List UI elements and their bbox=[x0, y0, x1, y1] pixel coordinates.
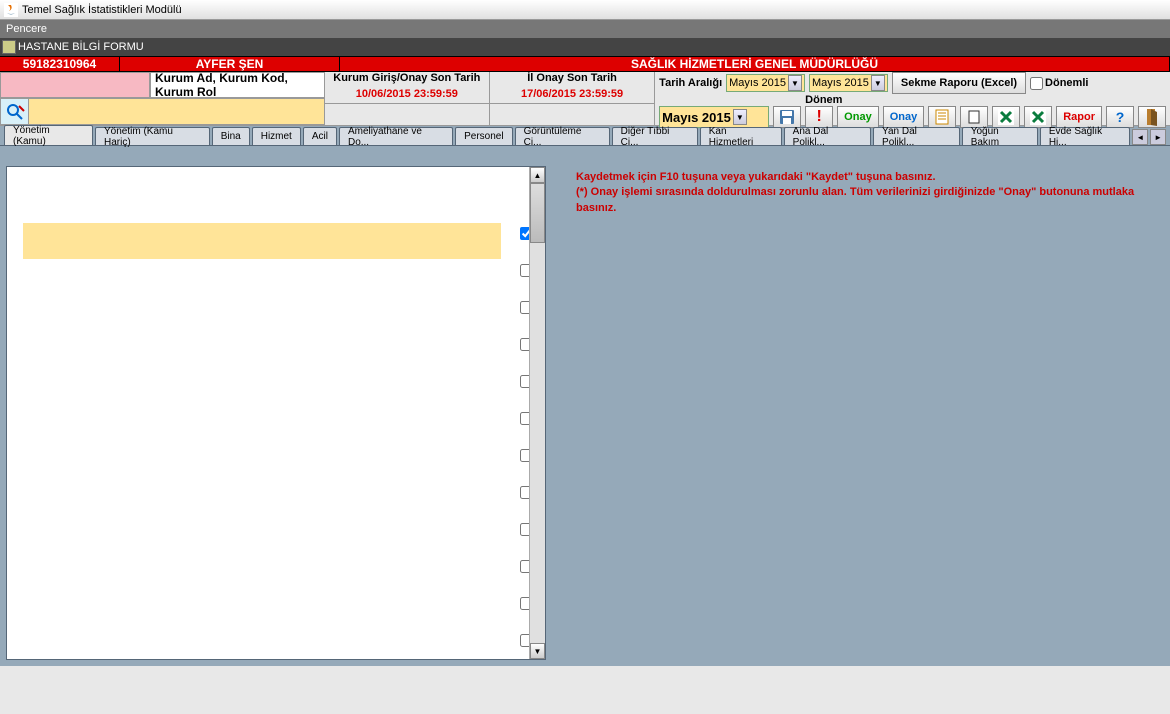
chevron-down-icon[interactable]: ▼ bbox=[733, 109, 747, 125]
tab-yonetim-kamu[interactable]: Yönetim (Kamu) bbox=[4, 125, 93, 145]
identity-id: 59182310964 bbox=[0, 57, 120, 71]
form-titlebar: HASTANE BİLGİ FORMU bbox=[0, 38, 1170, 56]
period-to-select[interactable]: Mayıs 2015▼ bbox=[809, 74, 888, 92]
header-controls: Kurum Ad, Kurum Kod, Kurum Rol Kurum Gir… bbox=[0, 72, 1170, 126]
info-pane: Kaydetmek için F10 tuşuna veya yukarıdak… bbox=[566, 166, 1164, 660]
list-selected-row[interactable] bbox=[23, 223, 501, 259]
tab-scroll-right[interactable]: ► bbox=[1150, 129, 1166, 145]
search-icon[interactable] bbox=[1, 99, 29, 124]
work-area: ▲ ▼ Kaydetmek için F10 tuşuna veya yukar… bbox=[0, 146, 1170, 666]
scroll-thumb[interactable] bbox=[530, 183, 545, 243]
deadline-giris-value: 10/06/2015 23:59:59 bbox=[325, 88, 489, 104]
exit-button[interactable] bbox=[1138, 106, 1166, 128]
menubar: Pencere bbox=[0, 20, 1170, 38]
tarih-araligi-label: Tarih Aralığı bbox=[659, 77, 722, 89]
tab-ameliyathane[interactable]: Ameliyathane ve Do... bbox=[339, 127, 453, 145]
window-title: Temel Sağlık İstatistikleri Modülü bbox=[22, 4, 182, 16]
tab-personel[interactable]: Personel bbox=[455, 127, 512, 145]
deadline-il-label: İl Onay Son Tarih bbox=[490, 72, 654, 88]
form-title: HASTANE BİLGİ FORMU bbox=[18, 41, 144, 53]
scroll-down-icon[interactable]: ▼ bbox=[530, 643, 545, 659]
pink-cell bbox=[0, 72, 150, 98]
chevron-down-icon[interactable]: ▼ bbox=[788, 75, 802, 91]
tab-scroll-left[interactable]: ◄ bbox=[1132, 129, 1148, 145]
list-pane: ▲ ▼ bbox=[6, 166, 546, 660]
tab-diger-tibbi[interactable]: Diğer Tıbbi Ci... bbox=[612, 127, 698, 145]
java-icon bbox=[4, 3, 18, 17]
window-titlebar: Temel Sağlık İstatistikleri Modülü bbox=[0, 0, 1170, 20]
tab-kan-hizmetleri[interactable]: Kan Hizmetleri bbox=[700, 127, 782, 145]
tab-bina[interactable]: Bina bbox=[212, 127, 250, 145]
deadline-il: İl Onay Son Tarih 17/06/2015 23:59:59 bbox=[490, 72, 655, 125]
chevron-down-icon[interactable]: ▼ bbox=[871, 75, 885, 91]
tab-goruntuleme[interactable]: Görüntüleme Ci... bbox=[515, 127, 610, 145]
list-scrollbar[interactable]: ▲ ▼ bbox=[529, 167, 545, 659]
scroll-up-icon[interactable]: ▲ bbox=[530, 167, 545, 183]
tab-ana-dal[interactable]: Ana Dal Polikl... bbox=[784, 127, 871, 145]
tab-acil[interactable]: Acil bbox=[303, 127, 337, 145]
info-line-2: (*) Onay işlemi sırasında doldurulması z… bbox=[576, 185, 1154, 216]
form-icon bbox=[2, 40, 16, 54]
identity-band: 59182310964 AYFER ŞEN SAĞLIK HİZMETLERİ … bbox=[0, 56, 1170, 72]
menu-pencere[interactable]: Pencere bbox=[6, 23, 47, 35]
tab-yonetim-kamu-haric[interactable]: Yönetim (Kamu Hariç) bbox=[95, 127, 210, 145]
tab-evde-saglik[interactable]: Evde Sağlık Hi... bbox=[1040, 127, 1131, 145]
identity-user: AYFER ŞEN bbox=[120, 57, 340, 71]
kurum-label: Kurum Ad, Kurum Kod, Kurum Rol bbox=[150, 72, 325, 98]
donem-label: Dönem bbox=[805, 94, 842, 106]
sekme-raporu-button[interactable]: Sekme Raporu (Excel) bbox=[892, 72, 1026, 94]
deadline-giris: Kurum Giriş/Onay Son Tarih 10/06/2015 23… bbox=[325, 72, 490, 125]
info-line-1: Kaydetmek için F10 tuşuna veya yukarıdak… bbox=[576, 170, 1154, 185]
kurum-search-input[interactable] bbox=[29, 99, 324, 124]
tab-yogun-bakim[interactable]: Yoğun Bakım bbox=[962, 127, 1038, 145]
deadline-giris-label: Kurum Giriş/Onay Son Tarih bbox=[325, 72, 489, 88]
deadline-il-value: 17/06/2015 23:59:59 bbox=[490, 88, 654, 104]
tab-hizmet[interactable]: Hizmet bbox=[252, 127, 301, 145]
period-from-select[interactable]: Mayıs 2015▼ bbox=[726, 74, 805, 92]
donemli-checkbox[interactable]: Dönemli bbox=[1030, 77, 1088, 90]
tabstrip: Yönetim (Kamu) Yönetim (Kamu Hariç) Bina… bbox=[0, 126, 1170, 146]
tab-yan-dal[interactable]: Yan Dal Polikl... bbox=[873, 127, 960, 145]
identity-org: SAĞLIK HİZMETLERİ GENEL MÜDÜRLÜĞÜ bbox=[340, 57, 1170, 71]
